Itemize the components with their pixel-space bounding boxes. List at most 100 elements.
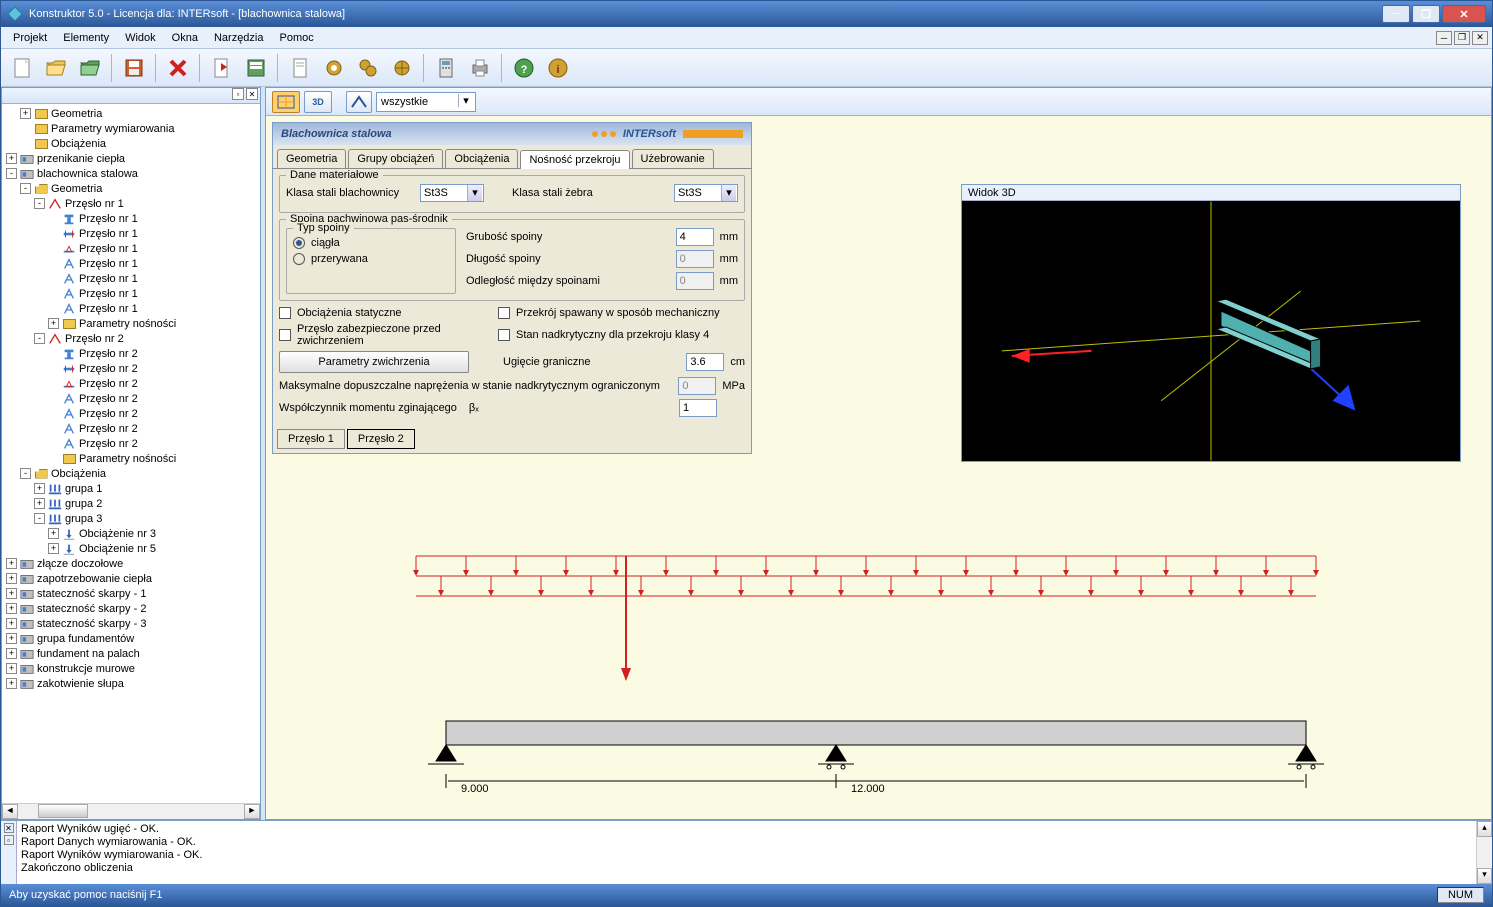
tab-obciazenia[interactable]: Obciążenia (445, 149, 518, 168)
minimize-button[interactable]: ─ (1382, 5, 1410, 23)
chk-static[interactable] (279, 307, 291, 319)
tree-node[interactable]: Przęsło nr 1 (4, 241, 258, 256)
radio-int[interactable] (293, 253, 305, 265)
tb-page[interactable] (285, 53, 315, 83)
tree-node[interactable]: +Parametry nośności (4, 316, 258, 331)
tree-node[interactable]: +grupa 2 (4, 496, 258, 511)
tree-node[interactable]: +grupa fundamentów (4, 631, 258, 646)
output-close-icon[interactable]: ✕ (4, 823, 14, 833)
view3d-title[interactable]: Widok 3D (962, 185, 1460, 201)
tree-node[interactable]: +Obciążenie nr 3 (4, 526, 258, 541)
tree-node[interactable]: Parametry wymiarowania (4, 121, 258, 136)
tree-node[interactable]: -Geometria (4, 181, 258, 196)
mdi-minimize[interactable]: ─ (1436, 31, 1452, 45)
menu-okna[interactable]: Okna (164, 30, 206, 46)
tb-save[interactable] (119, 53, 149, 83)
tree-node[interactable]: -grupa 3 (4, 511, 258, 526)
tb-open[interactable] (41, 53, 71, 83)
tab-grupy[interactable]: Grupy obciążeń (348, 149, 443, 168)
tree-node[interactable]: +Geometria (4, 106, 258, 121)
menu-narzedzia[interactable]: Narzędzia (206, 30, 272, 46)
tree-node[interactable]: Przęsło nr 2 (4, 376, 258, 391)
view-scope-icon[interactable] (346, 91, 372, 113)
tab-uzebrowanie[interactable]: Użebrowanie (632, 149, 714, 168)
project-tree[interactable]: +GeometriaParametry wymiarowaniaObciążen… (2, 104, 260, 803)
inp-beta[interactable]: 1 (679, 399, 717, 417)
sel-steel-plate[interactable]: St3S (420, 184, 484, 202)
tb-gear1[interactable] (319, 53, 349, 83)
tree-node[interactable]: Przęsło nr 2 (4, 436, 258, 451)
tree-node[interactable]: +konstrukcje murowe (4, 661, 258, 676)
tree-node[interactable]: Parametry nośności (4, 451, 258, 466)
tree-node[interactable]: +stateczność skarpy - 2 (4, 601, 258, 616)
chk-prot[interactable] (279, 329, 291, 341)
dialog-title[interactable]: Blachownica stalowa INTERsoft (273, 123, 751, 145)
view-2d-button[interactable] (272, 91, 300, 113)
tb-calculator[interactable] (431, 53, 461, 83)
tree-hscroll[interactable]: ◄► (2, 803, 260, 819)
menu-projekt[interactable]: Projekt (5, 30, 55, 46)
tb-open-proj[interactable] (75, 53, 105, 83)
chk-super[interactable] (498, 329, 510, 341)
tb-info[interactable]: i (543, 53, 573, 83)
btab-przeslo2[interactable]: Przęsło 2 (347, 429, 415, 449)
tree-node[interactable]: +grupa 1 (4, 481, 258, 496)
tb-export[interactable] (207, 53, 237, 83)
tab-geometria[interactable]: Geometria (277, 149, 346, 168)
tree-node[interactable]: Przęsło nr 2 (4, 391, 258, 406)
menu-widok[interactable]: Widok (117, 30, 164, 46)
sel-steel-rib[interactable]: St3S (674, 184, 738, 202)
tree-node[interactable]: +złącze doczołowe (4, 556, 258, 571)
tree-node[interactable]: +Obciążenie nr 5 (4, 541, 258, 556)
tree-node[interactable]: Przęsło nr 1 (4, 286, 258, 301)
view3d-canvas[interactable] (962, 201, 1460, 461)
tree-node[interactable]: -Przęsło nr 2 (4, 331, 258, 346)
tree-node[interactable]: Przęsło nr 2 (4, 406, 258, 421)
tb-new[interactable] (7, 53, 37, 83)
tree-node[interactable]: +stateczność skarpy - 3 (4, 616, 258, 631)
menu-pomoc[interactable]: Pomoc (272, 30, 322, 46)
tree-node[interactable]: Przęsło nr 1 (4, 226, 258, 241)
tree-node[interactable]: +stateczność skarpy - 1 (4, 586, 258, 601)
tree-node[interactable]: Przęsło nr 1 (4, 271, 258, 286)
tree-node[interactable]: -Przęsło nr 1 (4, 196, 258, 211)
tb-results[interactable] (241, 53, 271, 83)
tree-node[interactable]: +przenikanie ciepła (4, 151, 258, 166)
mdi-restore[interactable]: ❐ (1454, 31, 1470, 45)
maximize-button[interactable]: ❐ (1412, 5, 1440, 23)
tree-node[interactable]: +zapotrzebowanie ciepła (4, 571, 258, 586)
tree-node[interactable]: Obciążenia (4, 136, 258, 151)
btab-przeslo1[interactable]: Przęsło 1 (277, 429, 345, 449)
tab-nosnosc[interactable]: Nośność przekroju (520, 150, 629, 169)
inp-defl[interactable]: 3.6 (686, 353, 724, 371)
tree-node[interactable]: Przęsło nr 1 (4, 256, 258, 271)
output-pin-icon[interactable]: ▫ (4, 835, 14, 845)
menu-elementy[interactable]: Elementy (55, 30, 117, 46)
tree-node[interactable]: -blachownica stalowa (4, 166, 258, 181)
output-vscroll[interactable]: ▴▾ (1476, 821, 1492, 884)
tb-print[interactable] (465, 53, 495, 83)
tree-node[interactable]: Przęsło nr 2 (4, 361, 258, 376)
tb-help[interactable]: ? (509, 53, 539, 83)
tb-gear2[interactable] (353, 53, 383, 83)
tree-node[interactable]: +fundament na palach (4, 646, 258, 661)
tree-close-icon[interactable]: ✕ (246, 88, 258, 100)
tree-pin-icon[interactable]: ▫ (232, 88, 244, 100)
view-3d-button[interactable]: 3D (304, 91, 332, 113)
inp-thick[interactable]: 4 (676, 228, 714, 246)
tb-delete[interactable] (163, 53, 193, 83)
beam-diagram[interactable]: 9.000 12.000 (366, 546, 1366, 819)
tree-node[interactable]: Przęsło nr 1 (4, 301, 258, 316)
scope-combo[interactable]: wszystkie (376, 92, 476, 112)
tree-node[interactable]: Przęsło nr 2 (4, 421, 258, 436)
tree-node[interactable]: +zakotwienie słupa (4, 676, 258, 691)
chk-mech[interactable] (498, 307, 510, 319)
radio-cont[interactable] (293, 237, 305, 249)
output-text[interactable]: Raport Wyników ugięć - OK.Raport Danych … (17, 821, 1476, 884)
close-button[interactable]: ✕ (1442, 5, 1486, 23)
tb-gear3[interactable] (387, 53, 417, 83)
btn-ltb-params[interactable]: Parametry zwichrzenia (279, 351, 469, 373)
tree-node[interactable]: Przęsło nr 1 (4, 211, 258, 226)
tree-node[interactable]: Przęsło nr 2 (4, 346, 258, 361)
tree-node[interactable]: -Obciążenia (4, 466, 258, 481)
